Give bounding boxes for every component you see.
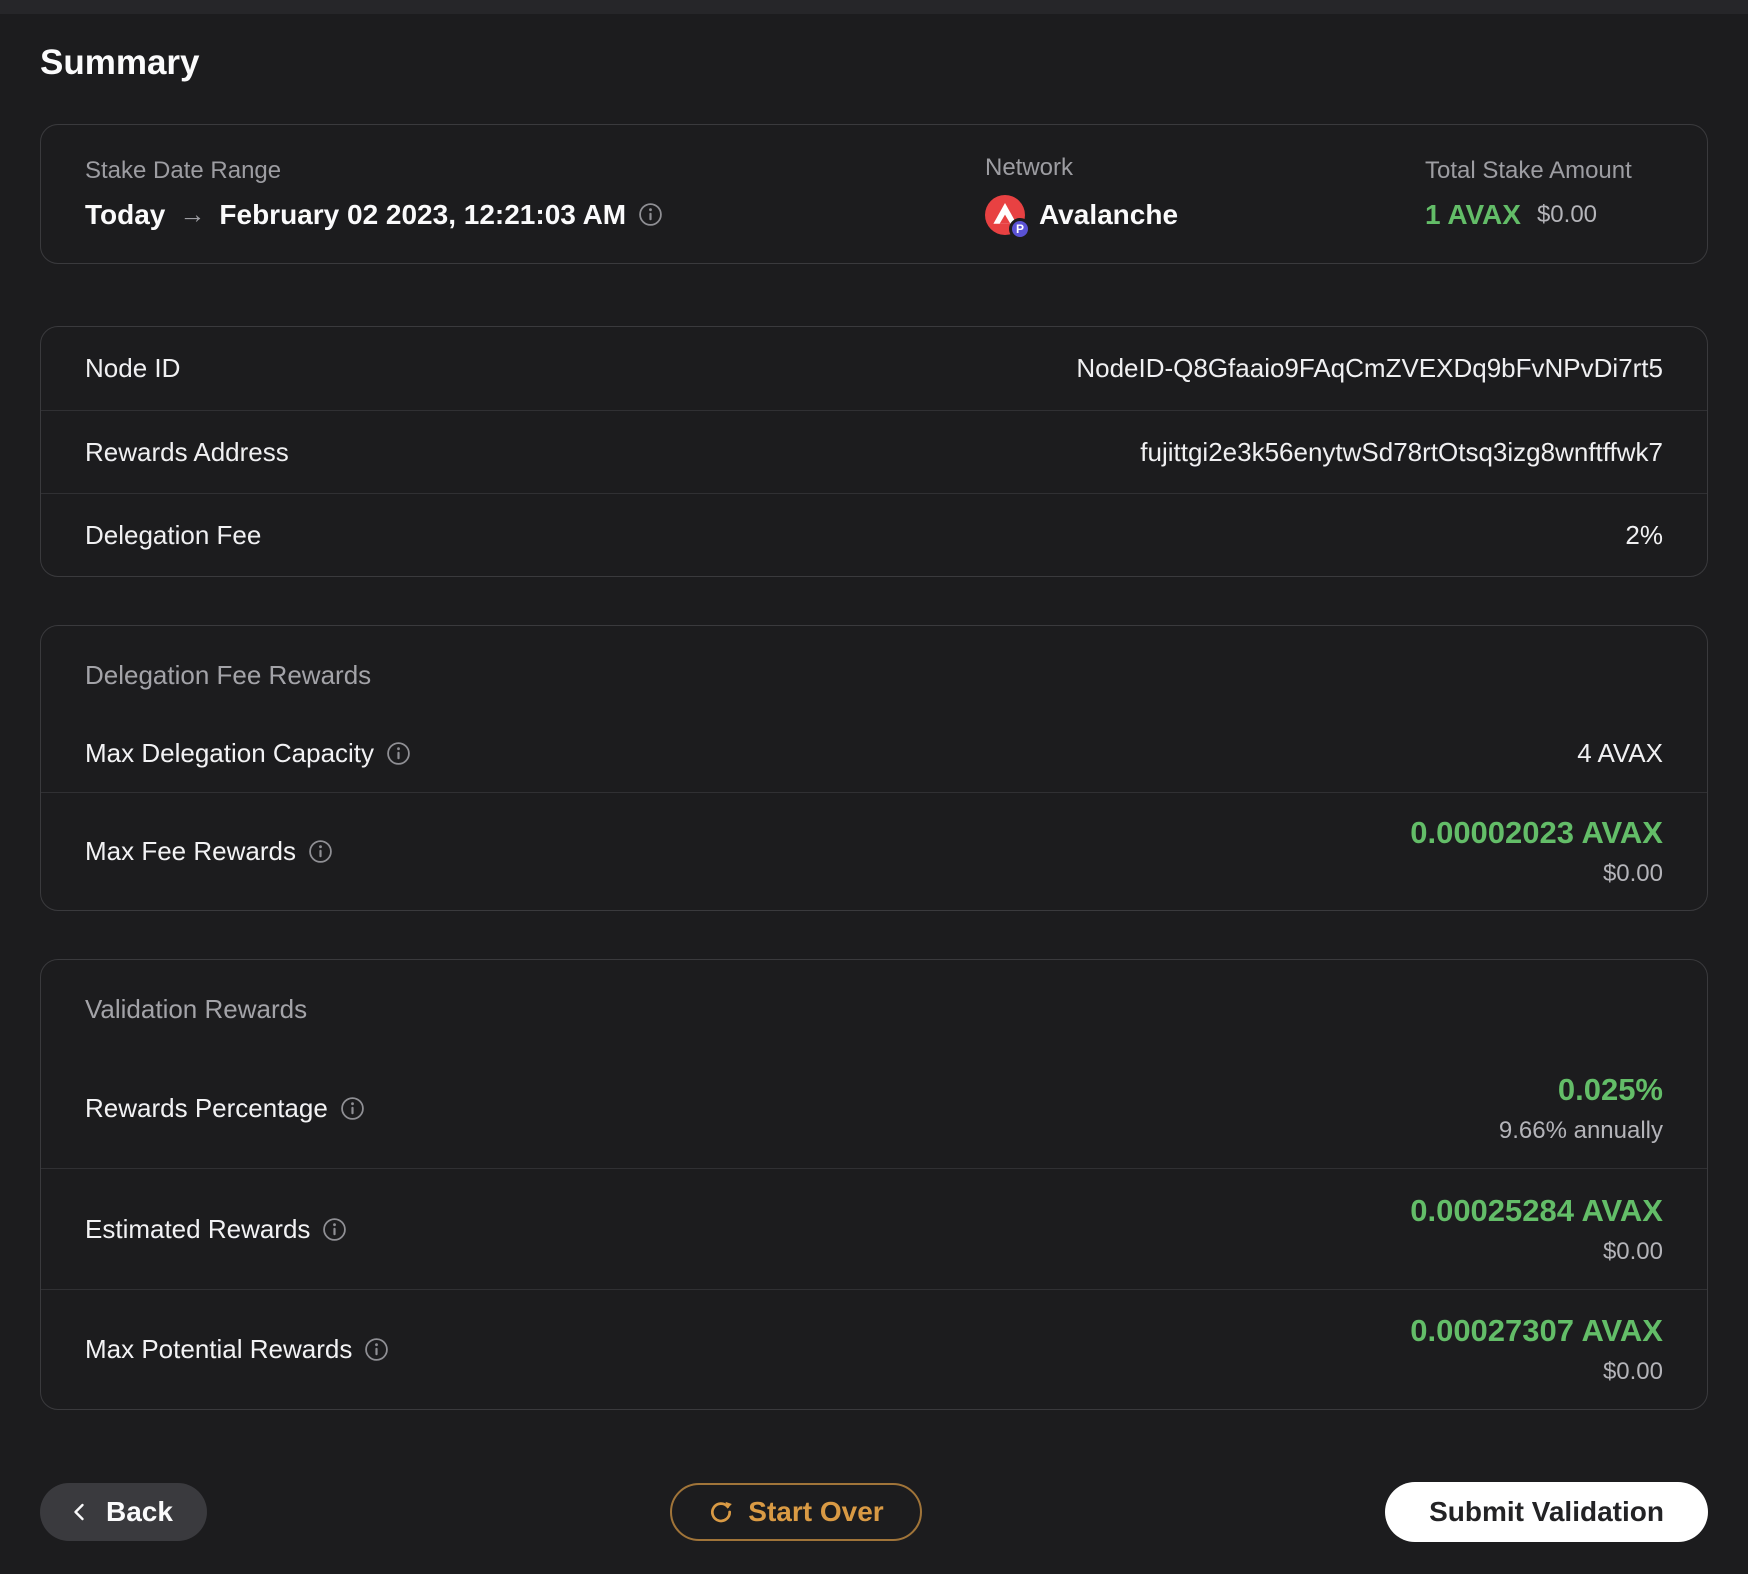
estimated-rewards-values: 0.00025284 AVAX $0.00	[1410, 1193, 1663, 1266]
stake-date-range-label: Stake Date Range	[85, 156, 282, 184]
max-fee-rewards-row: Max Fee Rewards 0.00002023 AVAX $0.00	[41, 792, 1707, 910]
rewards-address-value: fujittgi2e3k56enytwSd78rtOtsq3izg8wnftff…	[1140, 436, 1663, 467]
max-potential-rewards-row: Max Potential Rewards 0.00027307 AVAX $0…	[41, 1289, 1707, 1409]
start-over-button[interactable]: Start Over	[670, 1483, 922, 1541]
max-delegation-capacity-info-icon[interactable]	[386, 741, 411, 766]
delegation-fee-value: 2%	[1625, 519, 1663, 550]
node-details-card: Node ID NodeID-Q8Gfaaio9FAqCmZVEXDq9bFvN…	[40, 326, 1708, 577]
stake-date-to: February 02 2023, 12:21:03 AM	[219, 198, 627, 230]
rewards-address-label: Rewards Address	[85, 436, 289, 467]
max-fee-rewards-label: Max Fee Rewards	[85, 836, 296, 866]
estimated-rewards-label-wrap: Estimated Rewards	[85, 1214, 347, 1245]
network-name: Avalanche	[1039, 198, 1179, 230]
p-chain-badge: P	[1009, 217, 1031, 240]
max-fee-rewards-values: 0.00002023 AVAX $0.00	[1410, 815, 1663, 888]
table-row-delegation-fee: Delegation Fee 2%	[41, 493, 1707, 576]
avalanche-icon: P	[985, 194, 1031, 240]
estimated-rewards-value: 0.00025284 AVAX	[1410, 1192, 1663, 1228]
rewards-percentage-info-icon[interactable]	[340, 1096, 365, 1121]
chevron-left-icon	[74, 1503, 84, 1521]
rewards-percentage-values: 0.025% 9.66% annually	[1499, 1072, 1663, 1145]
stake-date-from: Today	[85, 198, 166, 230]
submit-validation-button-label: Submit Validation	[1429, 1496, 1664, 1527]
rewards-percentage-annual: 9.66% annually	[1498, 1116, 1663, 1144]
max-potential-rewards-values: 0.00027307 AVAX $0.00	[1410, 1313, 1663, 1386]
top-strip	[0, 0, 1748, 14]
stake-date-range-value: Today → February 02 2023, 12:21:03 AM	[85, 198, 985, 232]
max-delegation-capacity-row: Max Delegation Capacity 4 AVAX	[41, 714, 1707, 792]
max-potential-rewards-value: 0.00027307 AVAX	[1410, 1313, 1663, 1348]
max-fee-rewards-value: 0.00002023 AVAX	[1410, 815, 1663, 850]
delegation-fee-rewards-header: Delegation Fee Rewards	[85, 660, 372, 690]
stake-date-range-block: Stake Date Range Today → February 02 202…	[85, 157, 985, 232]
delegation-fee-label: Delegation Fee	[85, 519, 262, 550]
total-stake-block: Total Stake Amount 1 AVAX $0.00	[1425, 157, 1663, 232]
rewards-percentage-row: Rewards Percentage 0.025% 9.66% annually	[41, 1048, 1707, 1168]
summary-page: Summary Stake Date Range Today → Februar…	[0, 0, 1748, 1542]
max-delegation-capacity-value: 4 AVAX	[1577, 737, 1663, 768]
overview-card: Stake Date Range Today → February 02 202…	[40, 124, 1708, 264]
submit-validation-button[interactable]: Submit Validation	[1385, 1482, 1708, 1542]
delegation-fee-rewards-card: Delegation Fee Rewards Max Delegation Ca…	[40, 625, 1708, 911]
max-delegation-capacity-label: Max Delegation Capacity	[85, 737, 375, 768]
table-row-node-id: Node ID NodeID-Q8Gfaaio9FAqCmZVEXDq9bFvN…	[41, 327, 1707, 410]
rewards-percentage-label: Rewards Percentage	[85, 1092, 328, 1123]
max-potential-rewards-usd: $0.00	[1602, 1358, 1663, 1385]
restart-icon	[711, 1501, 733, 1523]
page-title: Summary	[40, 43, 200, 82]
estimated-rewards-info-icon[interactable]	[322, 1217, 347, 1242]
table-row-rewards-address: Rewards Address fujittgi2e3k56enytwSd78r…	[41, 410, 1707, 493]
estimated-rewards-row: Estimated Rewards 0.00025284 AVAX $0.00	[41, 1168, 1707, 1289]
arrow-right-icon: →	[179, 199, 206, 229]
node-id-label: Node ID	[85, 353, 181, 383]
node-id-value: NodeID-Q8Gfaaio9FAqCmZVEXDq9bFvNPvDi7rt5	[1076, 353, 1663, 383]
max-potential-rewards-label-wrap: Max Potential Rewards	[85, 1334, 389, 1365]
network-label: Network	[985, 153, 1074, 181]
total-stake-amount: 1 AVAX	[1425, 198, 1521, 230]
max-fee-rewards-label-wrap: Max Fee Rewards	[85, 836, 333, 867]
start-over-button-label: Start Over	[748, 1496, 884, 1527]
max-fee-rewards-info-icon[interactable]	[308, 839, 333, 864]
validation-rewards-card: Validation Rewards Rewards Percentage 0.…	[40, 959, 1708, 1410]
validation-rewards-header: Validation Rewards	[85, 994, 308, 1024]
estimated-rewards-label: Estimated Rewards	[85, 1213, 311, 1244]
footer-actions: Back Start Over Submit Validation	[40, 1482, 1708, 1542]
network-value: P Avalanche	[985, 194, 1425, 240]
max-delegation-capacity-label-wrap: Max Delegation Capacity	[85, 738, 411, 769]
estimated-rewards-usd: $0.00	[1602, 1237, 1663, 1265]
max-potential-rewards-info-icon[interactable]	[364, 1337, 389, 1362]
network-block: Network P Avalanche	[985, 153, 1425, 240]
total-stake-usd: $0.00	[1536, 200, 1598, 228]
back-button[interactable]: Back	[40, 1483, 207, 1541]
max-potential-rewards-label: Max Potential Rewards	[85, 1334, 353, 1364]
max-fee-rewards-usd: $0.00	[1602, 860, 1663, 887]
rewards-percentage-value: 0.025%	[1557, 1071, 1663, 1107]
stake-date-info-icon[interactable]	[638, 202, 663, 227]
summary-content: Summary Stake Date Range Today → Februar…	[0, 44, 1748, 1542]
rewards-percentage-label-wrap: Rewards Percentage	[85, 1093, 365, 1124]
total-stake-label: Total Stake Amount	[1425, 156, 1632, 184]
back-button-label: Back	[106, 1496, 173, 1527]
total-stake-value: 1 AVAX $0.00	[1425, 198, 1663, 232]
